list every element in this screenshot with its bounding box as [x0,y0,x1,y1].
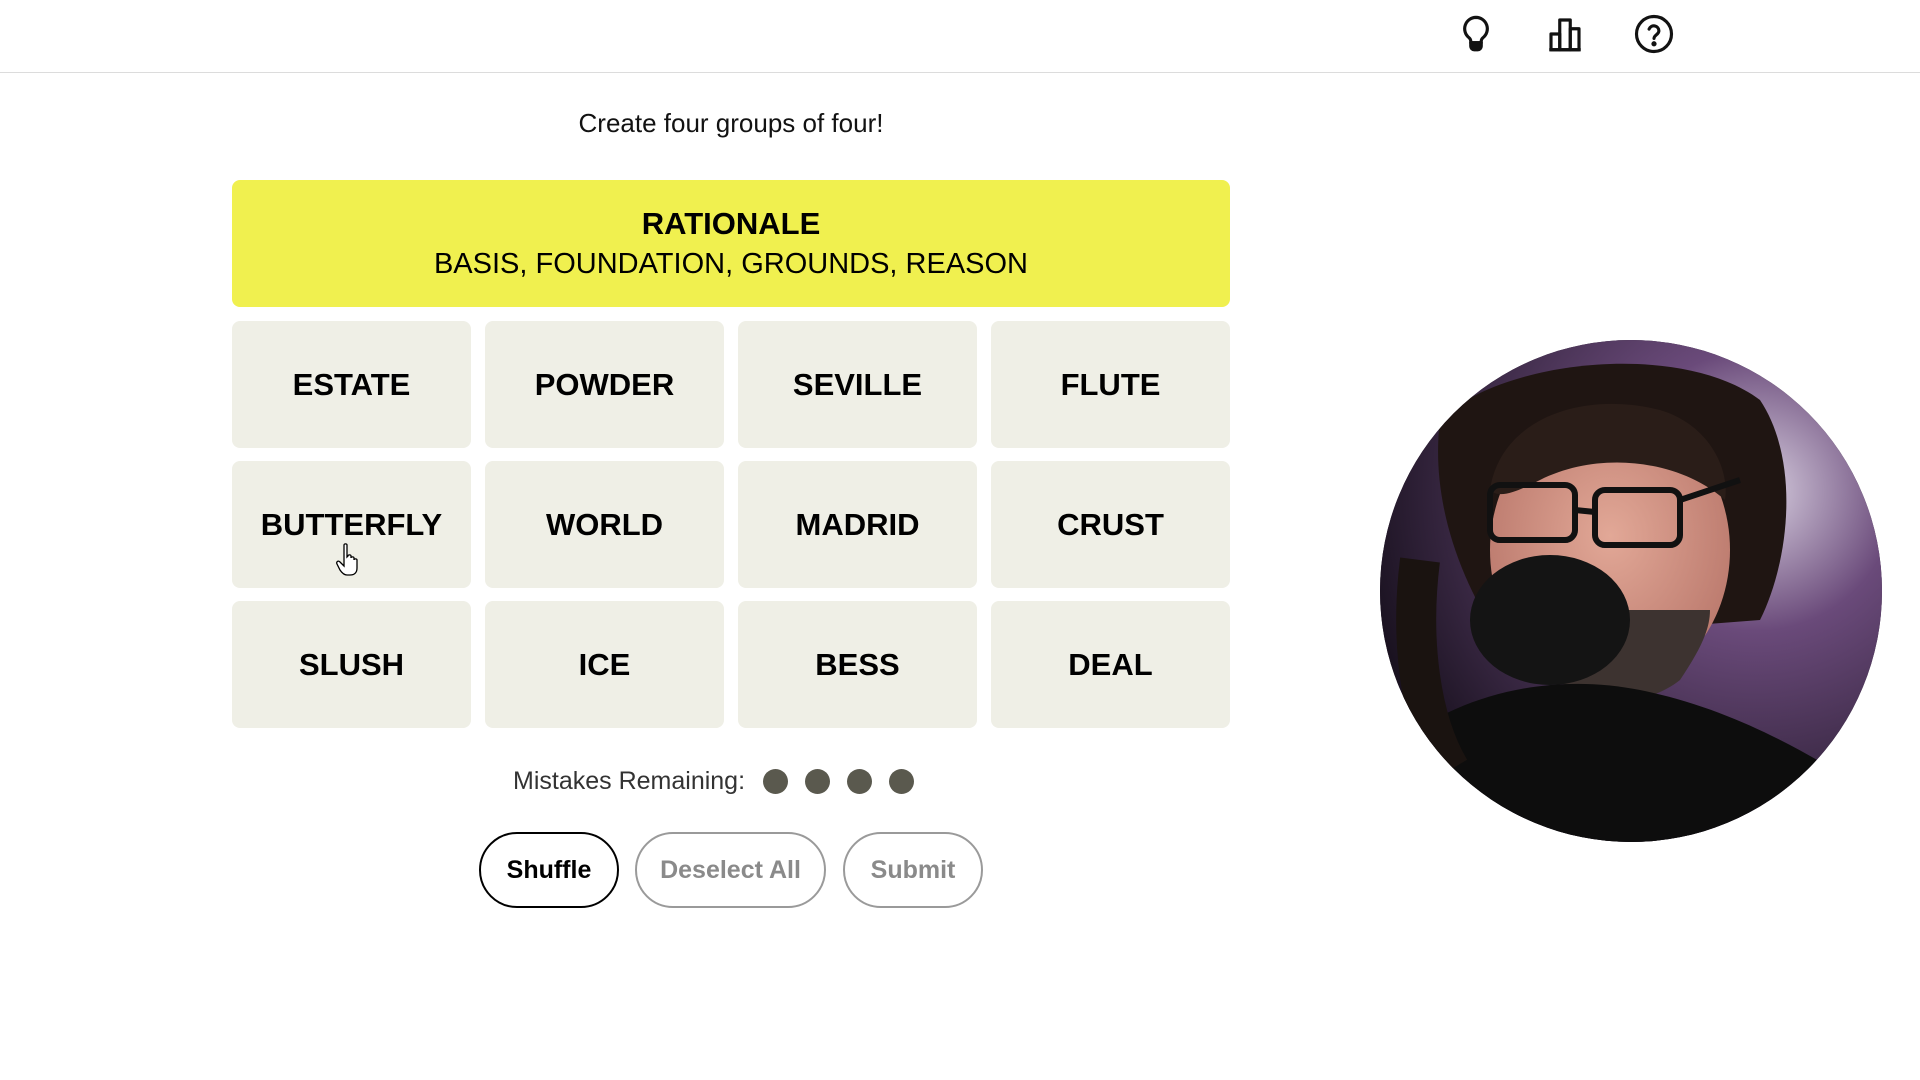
word-tile[interactable]: ICE [485,601,724,728]
shuffle-button[interactable]: Shuffle [479,832,619,908]
webcam-overlay [1380,340,1882,842]
lightbulb-icon[interactable] [1452,10,1500,58]
word-tile[interactable]: FLUTE [991,321,1230,448]
top-bar [0,0,1920,73]
word-tile[interactable]: DEAL [991,601,1230,728]
word-tile[interactable]: MADRID [738,461,977,588]
hand-cursor-icon [336,543,358,576]
mistake-dots [763,768,931,794]
submit-button[interactable]: Submit [843,832,983,908]
word-tile[interactable]: SEVILLE [738,321,977,448]
solved-group-members: BASIS, FOUNDATION, GROUNDS, REASON [433,247,1029,280]
mistakes-label: Mistakes Remaining: [513,766,746,795]
mistakes-remaining: Mistakes Remaining: [513,764,931,798]
solved-group-title: RATIONALE [641,205,821,241]
word-tile[interactable]: WORLD [485,461,724,588]
mistake-dot [805,768,831,794]
word-tile[interactable]: BESS [738,601,977,728]
word-tile[interactable]: POWDER [485,321,724,448]
mistake-dot [847,768,873,794]
word-tile[interactable]: ESTATE [232,321,471,448]
word-tile[interactable]: CRUST [991,461,1230,588]
word-tile[interactable]: SLUSH [232,601,471,728]
webcam-streamer-image [1380,340,1882,842]
word-grid: ESTATE POWDER SEVILLE FLUTE BUTTERFLY WO… [232,321,1230,728]
stats-chart-icon[interactable] [1541,10,1589,58]
mistake-dot [763,768,789,794]
instructions-text: Create four groups of four! [578,108,884,138]
solved-group: RATIONALE BASIS, FOUNDATION, GROUNDS, RE… [232,180,1230,307]
help-icon[interactable] [1630,10,1678,58]
deselect-all-button[interactable]: Deselect All [635,832,826,908]
mistake-dot [889,768,915,794]
